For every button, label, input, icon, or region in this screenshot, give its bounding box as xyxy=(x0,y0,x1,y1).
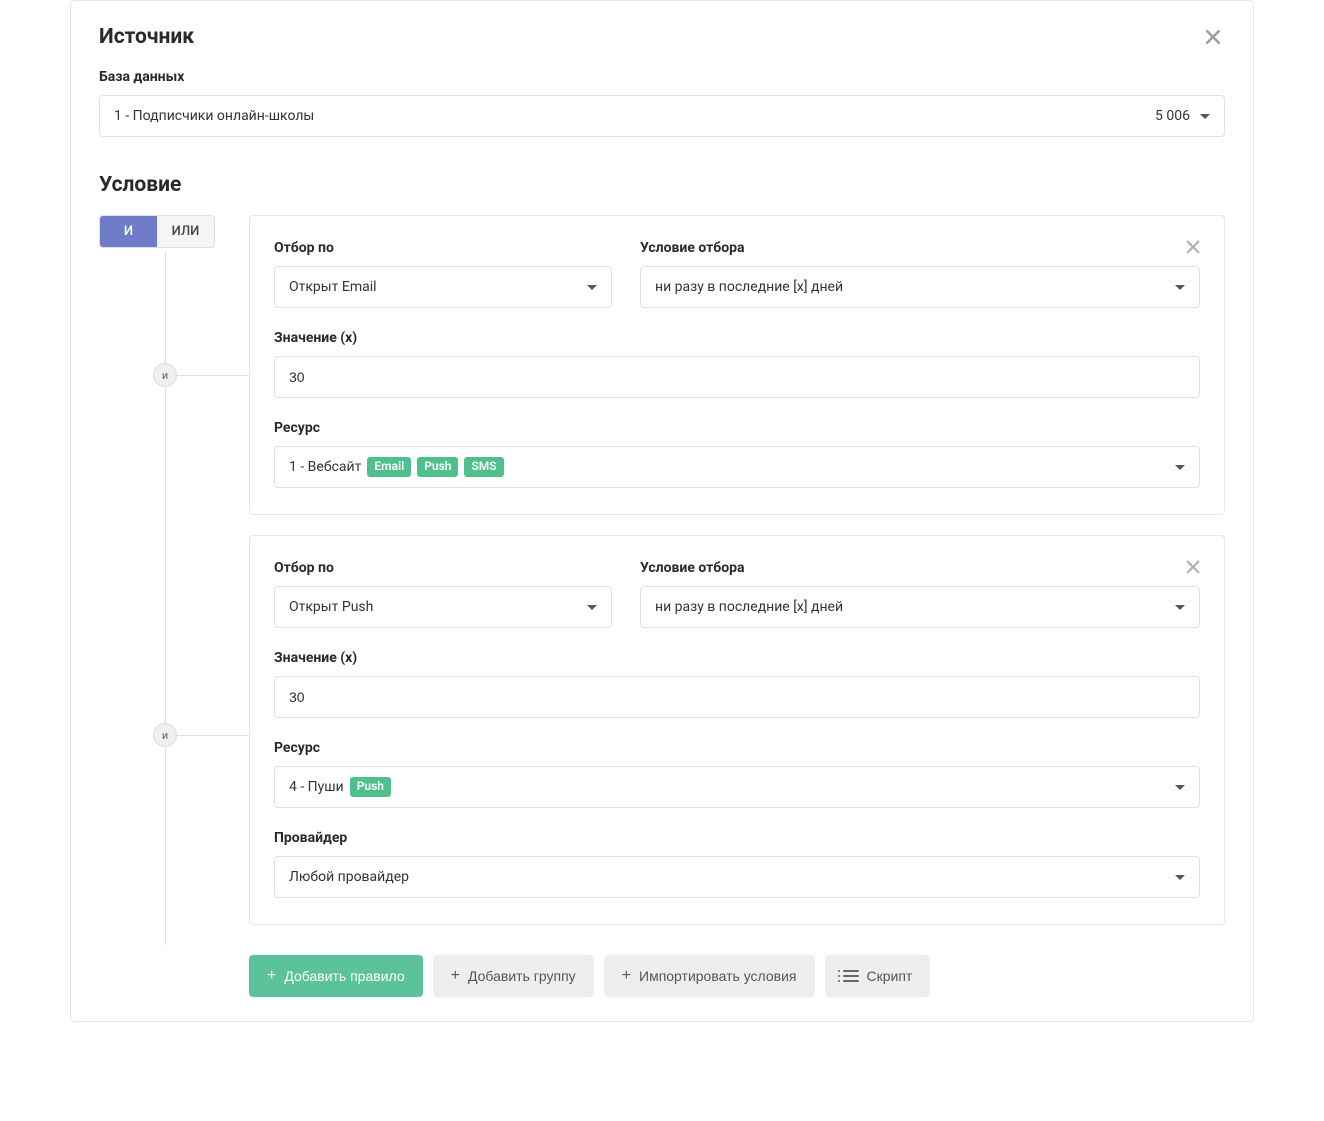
import-conditions-button[interactable]: + Импортировать условия xyxy=(604,955,815,997)
chevron-down-icon xyxy=(1175,465,1185,470)
filter-by-select[interactable]: Открыт Push xyxy=(274,586,612,628)
source-panel: Источник База данных 1 - Подписчики онла… xyxy=(70,0,1254,1022)
value-x-input[interactable] xyxy=(274,356,1200,398)
provider-select[interactable]: Любой провайдер xyxy=(274,856,1200,898)
filter-by-value: Открыт Email xyxy=(289,279,377,295)
remove-rule-icon[interactable] xyxy=(1184,558,1204,578)
filter-condition-select[interactable]: ни разу в последние [x] дней xyxy=(640,586,1200,628)
add-group-button[interactable]: + Добавить группу xyxy=(433,955,594,997)
badge-sms: SMS xyxy=(464,457,503,477)
filter-condition-select[interactable]: ни разу в последние [x] дней xyxy=(640,266,1200,308)
connector-hline-1 xyxy=(177,375,249,376)
condition-title: Условие xyxy=(99,173,1225,197)
filter-by-value: Открыт Push xyxy=(289,599,373,615)
database-select[interactable]: 1 - Подписчики онлайн-школы 5 006 xyxy=(99,95,1225,137)
badge-push: Push xyxy=(350,777,391,797)
filter-condition-value: ни разу в последние [x] дней xyxy=(655,599,843,615)
rule-card-2: Отбор по Открыт Push Условие отбора ни р… xyxy=(249,535,1225,925)
list-icon xyxy=(843,970,859,982)
value-x-input[interactable] xyxy=(274,676,1200,718)
chevron-down-icon xyxy=(1175,605,1185,610)
add-rule-label: Добавить правило xyxy=(284,968,404,984)
filter-by-select[interactable]: Открыт Email xyxy=(274,266,612,308)
tab-and[interactable]: И xyxy=(100,216,157,247)
rule-card-1: Отбор по Открыт Email Условие отбора ни … xyxy=(249,215,1225,515)
script-button[interactable]: Скрипт xyxy=(825,955,931,997)
filter-by-label: Отбор по xyxy=(274,240,612,256)
filter-condition-label: Условие отбора xyxy=(640,560,1200,576)
plus-icon: + xyxy=(622,968,631,984)
resource-select[interactable]: 1 - Вебсайт Email Push SMS xyxy=(274,446,1200,488)
chevron-down-icon xyxy=(1200,114,1210,119)
resource-label: Ресурс xyxy=(274,420,1200,436)
connector-hline-2 xyxy=(177,735,249,736)
filter-condition-value: ни разу в последние [x] дней xyxy=(655,279,843,295)
tab-or[interactable]: ИЛИ xyxy=(157,216,214,247)
plus-icon: + xyxy=(267,968,276,984)
connector-node-1: и xyxy=(153,363,177,387)
provider-value: Любой провайдер xyxy=(289,869,409,885)
panel-title: Источник xyxy=(99,25,194,49)
chevron-down-icon xyxy=(1175,785,1185,790)
operator-column: И ИЛИ и и xyxy=(99,215,249,945)
resource-text: 4 - Пуши xyxy=(289,779,344,795)
database-value: 1 - Подписчики онлайн-школы xyxy=(114,108,314,124)
import-conditions-label: Импортировать условия xyxy=(639,968,797,984)
value-x-label: Значение (x) xyxy=(274,650,1200,666)
badge-push: Push xyxy=(417,457,458,477)
chevron-down-icon xyxy=(587,605,597,610)
filter-condition-label: Условие отбора xyxy=(640,240,1200,256)
database-count: 5 006 xyxy=(1155,108,1190,124)
resource-text: 1 - Вебсайт xyxy=(289,459,361,475)
remove-rule-icon[interactable] xyxy=(1184,238,1204,258)
filter-by-label: Отбор по xyxy=(274,560,612,576)
chevron-down-icon xyxy=(587,285,597,290)
script-label: Скрипт xyxy=(867,968,913,984)
plus-icon: + xyxy=(451,968,460,984)
value-x-label: Значение (x) xyxy=(274,330,1200,346)
connector-node-2: и xyxy=(153,723,177,747)
resource-select[interactable]: 4 - Пуши Push xyxy=(274,766,1200,808)
chevron-down-icon xyxy=(1175,875,1185,880)
badge-email: Email xyxy=(367,457,411,477)
add-group-label: Добавить группу xyxy=(468,968,576,984)
resource-label: Ресурс xyxy=(274,740,1200,756)
add-rule-button[interactable]: + Добавить правило xyxy=(249,955,423,997)
close-icon[interactable] xyxy=(1201,25,1225,49)
provider-label: Провайдер xyxy=(274,830,1200,846)
chevron-down-icon xyxy=(1175,285,1185,290)
database-label: База данных xyxy=(99,69,1225,85)
logic-tabs: И ИЛИ xyxy=(99,215,215,248)
connector-line xyxy=(165,251,166,945)
